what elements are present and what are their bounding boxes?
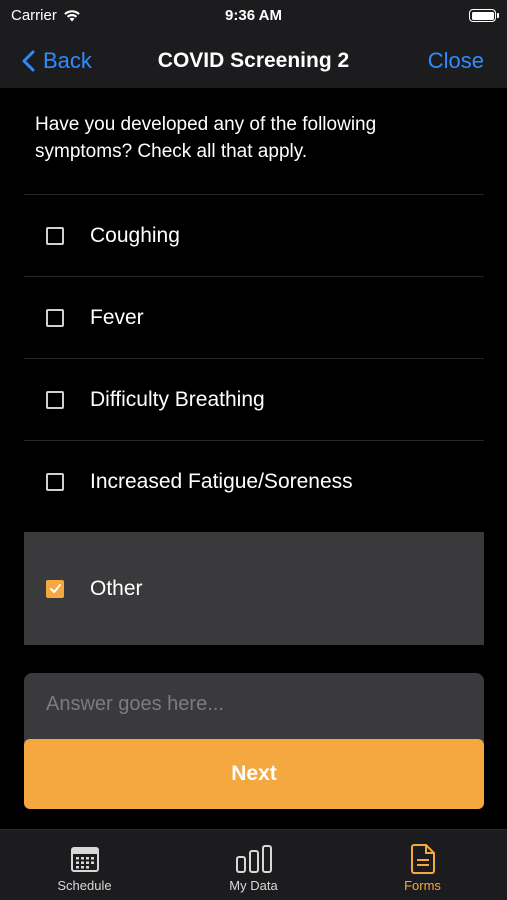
checkmark-icon xyxy=(49,584,61,593)
tab-forms[interactable]: Forms xyxy=(338,830,507,900)
checkbox[interactable] xyxy=(46,308,64,327)
option-label: Other xyxy=(90,576,143,600)
navigation-bar: Back COVID Screening 2 Close xyxy=(0,34,507,88)
chevron-left-icon xyxy=(22,50,35,72)
tab-label: Schedule xyxy=(57,878,112,893)
bar-chart-icon xyxy=(235,845,272,873)
checkbox[interactable] xyxy=(46,472,64,491)
back-label: Back xyxy=(43,48,92,73)
next-button[interactable]: Next xyxy=(24,739,484,809)
checkbox[interactable] xyxy=(46,226,64,245)
status-bar: Carrier 9:36 AM xyxy=(0,0,507,34)
symptom-options-list: Coughing Fever Difficulty Breathing Incr… xyxy=(24,194,484,645)
option-label: Difficulty Breathing xyxy=(90,387,265,411)
tab-schedule[interactable]: Schedule xyxy=(0,830,169,900)
option-fever[interactable]: Fever xyxy=(24,276,484,358)
document-icon xyxy=(410,844,435,874)
status-time: 9:36 AM xyxy=(225,7,282,24)
option-difficulty-breathing[interactable]: Difficulty Breathing xyxy=(24,358,484,440)
checkbox-checked[interactable] xyxy=(46,579,64,598)
option-coughing[interactable]: Coughing xyxy=(24,194,484,276)
back-button[interactable]: Back xyxy=(22,34,92,88)
tab-label: My Data xyxy=(229,878,278,893)
tab-label: Forms xyxy=(404,878,441,893)
tab-my-data[interactable]: My Data xyxy=(169,830,338,900)
other-answer-input[interactable] xyxy=(24,673,484,743)
question-text: Have you developed any of the following … xyxy=(35,114,377,162)
option-increased-fatigue[interactable]: Increased Fatigue/Soreness xyxy=(24,440,484,522)
calendar-icon xyxy=(70,847,99,872)
close-button[interactable]: Close xyxy=(428,34,484,88)
tab-bar: Schedule My Data Forms xyxy=(0,829,507,900)
option-label: Coughing xyxy=(90,223,180,247)
battery-icon xyxy=(469,9,499,22)
checkbox[interactable] xyxy=(46,390,64,409)
option-other[interactable]: Other xyxy=(24,532,484,645)
option-label: Increased Fatigue/Soreness xyxy=(90,469,353,493)
option-label: Fever xyxy=(90,305,144,329)
